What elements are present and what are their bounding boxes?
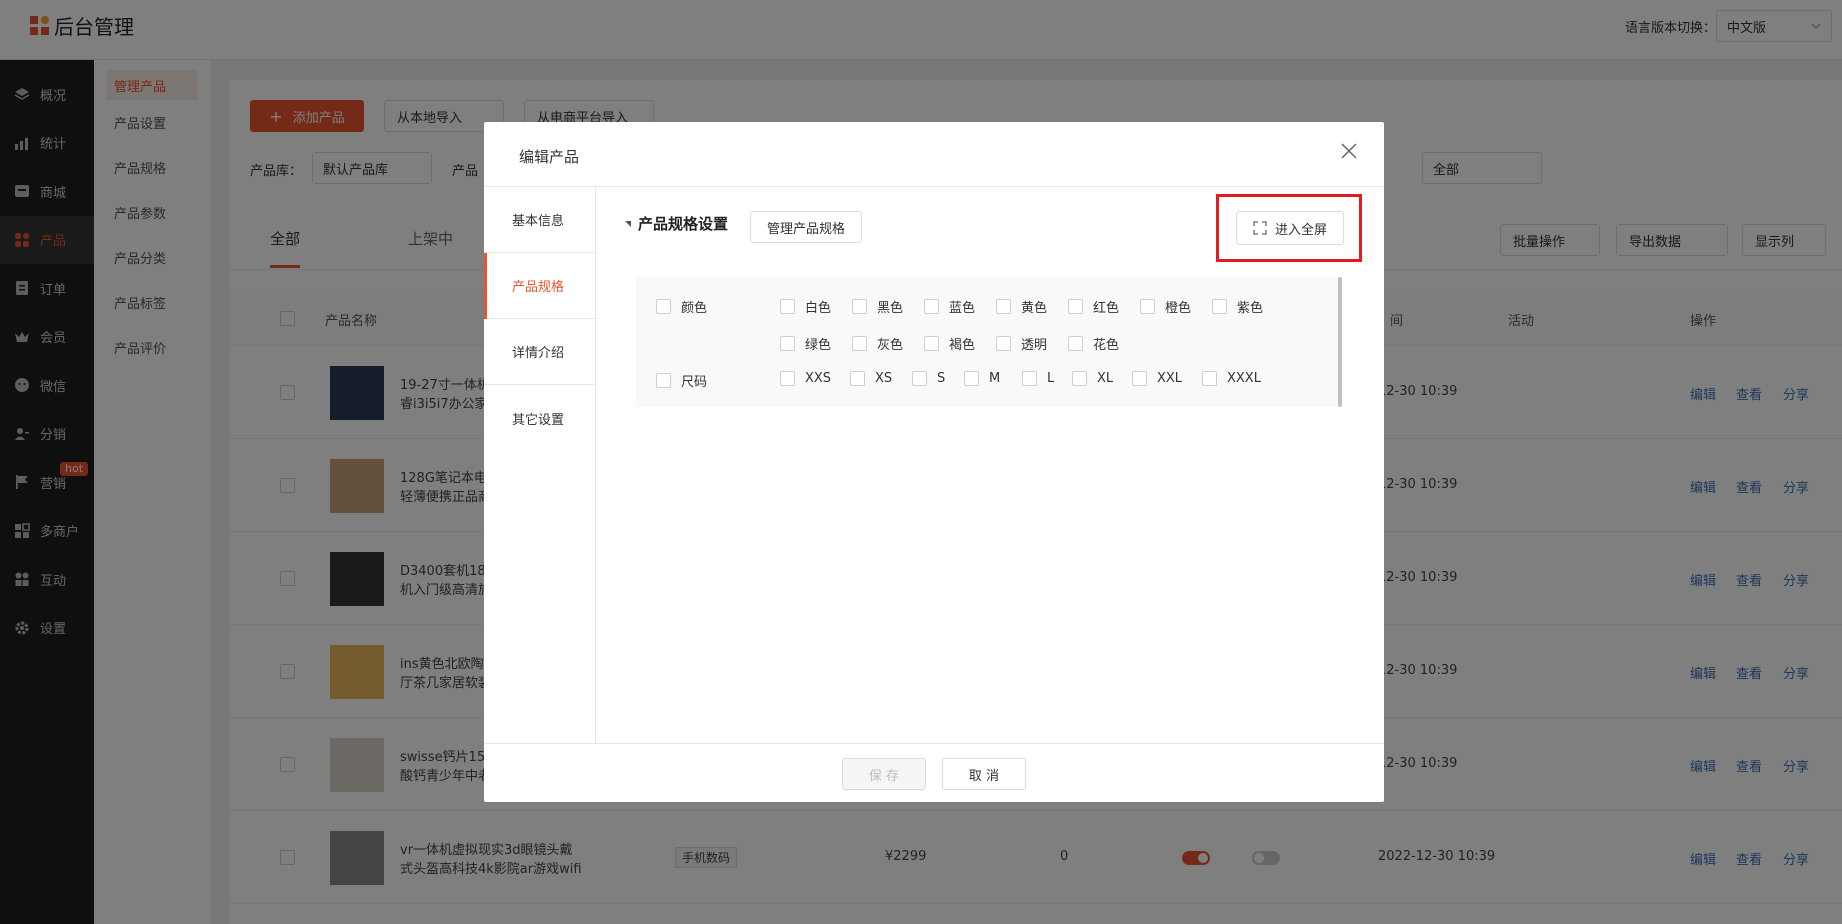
option-xxxl[interactable]: XXXL (1202, 371, 1261, 386)
option-label: 紫色 (1237, 301, 1264, 316)
size-group-checkbox[interactable]: 尺码 (656, 371, 707, 390)
checkbox-box (1068, 336, 1083, 351)
checkbox-box (964, 371, 979, 386)
highlight-box (1216, 194, 1362, 262)
dialog-tabs: 基本信息 产品规格 详情介绍 其它设置 (484, 187, 596, 743)
checkbox-box (996, 299, 1011, 314)
color-group-checkbox[interactable]: 颜色 (656, 297, 707, 316)
option-label: XXL (1157, 371, 1183, 386)
checkbox-box (912, 371, 927, 386)
color-group-label: 颜色 (681, 301, 708, 316)
option-white[interactable]: 白色 (780, 297, 831, 316)
option-xxl[interactable]: XXL (1132, 371, 1182, 386)
option-black[interactable]: 黑色 (852, 297, 903, 316)
checkbox-box (1068, 299, 1083, 314)
option-xxs[interactable]: XXS (780, 371, 831, 386)
size-group-label: 尺码 (681, 375, 708, 390)
spec-panel-scrollbar[interactable] (1338, 277, 1342, 407)
tab-other-settings[interactable]: 其它设置 (484, 385, 595, 451)
checkbox-box (656, 373, 671, 388)
option-xs[interactable]: XS (850, 371, 892, 386)
option-label: 透明 (1021, 338, 1048, 353)
option-label: M (989, 371, 1001, 386)
tab-basic-info[interactable]: 基本信息 (484, 187, 595, 253)
checkbox-box (780, 299, 795, 314)
option-label: 绿色 (805, 338, 832, 353)
option-label: XL (1097, 371, 1114, 386)
option-label: 灰色 (877, 338, 904, 353)
spec-options-panel: 颜色 白色 黑色 蓝色 黄色 红色 橙色 紫色 绿色 灰色 褐色 透明 花色 尺… (636, 277, 1340, 407)
dialog-body: 基本信息 产品规格 详情介绍 其它设置 产品规格设置 管理产品规格 进入全屏 颜… (484, 186, 1384, 744)
option-orange[interactable]: 橙色 (1140, 297, 1191, 316)
option-xl[interactable]: XL (1072, 371, 1113, 386)
dialog-title: 编辑产品 (519, 148, 580, 166)
option-l[interactable]: L (1022, 371, 1054, 386)
option-floral[interactable]: 花色 (1068, 334, 1119, 353)
checkbox-box (656, 299, 671, 314)
checkbox-box (852, 299, 867, 314)
checkbox-box (850, 371, 865, 386)
caret-down-icon (625, 220, 631, 227)
option-label: XXS (805, 371, 832, 386)
option-label: 黑色 (877, 301, 904, 316)
option-label: 白色 (805, 301, 832, 316)
close-icon[interactable] (1340, 142, 1358, 160)
option-label: 红色 (1093, 301, 1120, 316)
checkbox-box (780, 371, 795, 386)
option-m[interactable]: M (964, 371, 1000, 386)
option-brown[interactable]: 褐色 (924, 334, 975, 353)
option-s[interactable]: S (912, 371, 945, 386)
checkbox-box (1140, 299, 1155, 314)
save-label: 保 存 (868, 768, 900, 784)
option-yellow[interactable]: 黄色 (996, 297, 1047, 316)
manage-spec-label: 管理产品规格 (767, 221, 846, 237)
checkbox-box (996, 336, 1011, 351)
checkbox-box (924, 336, 939, 351)
tab-detail-intro[interactable]: 详情介绍 (484, 319, 595, 385)
option-purple[interactable]: 紫色 (1212, 297, 1263, 316)
option-label: 褐色 (949, 338, 976, 353)
option-label: XXXL (1227, 371, 1261, 386)
checkbox-box (852, 336, 867, 351)
option-blue[interactable]: 蓝色 (924, 297, 975, 316)
option-label: 蓝色 (949, 301, 976, 316)
option-gray[interactable]: 灰色 (852, 334, 903, 353)
cancel-button[interactable]: 取 消 (942, 758, 1026, 790)
checkbox-box (780, 336, 795, 351)
option-label: XS (875, 371, 893, 386)
option-label: 橙色 (1165, 301, 1192, 316)
edit-product-dialog: 编辑产品 基本信息 产品规格 详情介绍 其它设置 产品规格设置 管理产品规格 进… (484, 122, 1384, 802)
manage-spec-button[interactable]: 管理产品规格 (750, 211, 863, 243)
option-green[interactable]: 绿色 (780, 334, 831, 353)
checkbox-box (1202, 371, 1217, 386)
cancel-label: 取 消 (968, 768, 1000, 784)
checkbox-box (1072, 371, 1087, 386)
spec-section-header[interactable]: 产品规格设置 (624, 213, 728, 234)
option-label: 黄色 (1021, 301, 1048, 316)
checkbox-box (1022, 371, 1037, 386)
option-label: S (937, 371, 946, 386)
option-label: 花色 (1093, 338, 1120, 353)
tab-product-spec[interactable]: 产品规格 (484, 253, 595, 319)
checkbox-box (1212, 299, 1227, 314)
save-button[interactable]: 保 存 (842, 758, 926, 790)
checkbox-box (924, 299, 939, 314)
option-label: L (1047, 371, 1055, 386)
spec-title: 产品规格设置 (638, 215, 729, 233)
option-transparent[interactable]: 透明 (996, 334, 1047, 353)
checkbox-box (1132, 371, 1147, 386)
option-red[interactable]: 红色 (1068, 297, 1119, 316)
